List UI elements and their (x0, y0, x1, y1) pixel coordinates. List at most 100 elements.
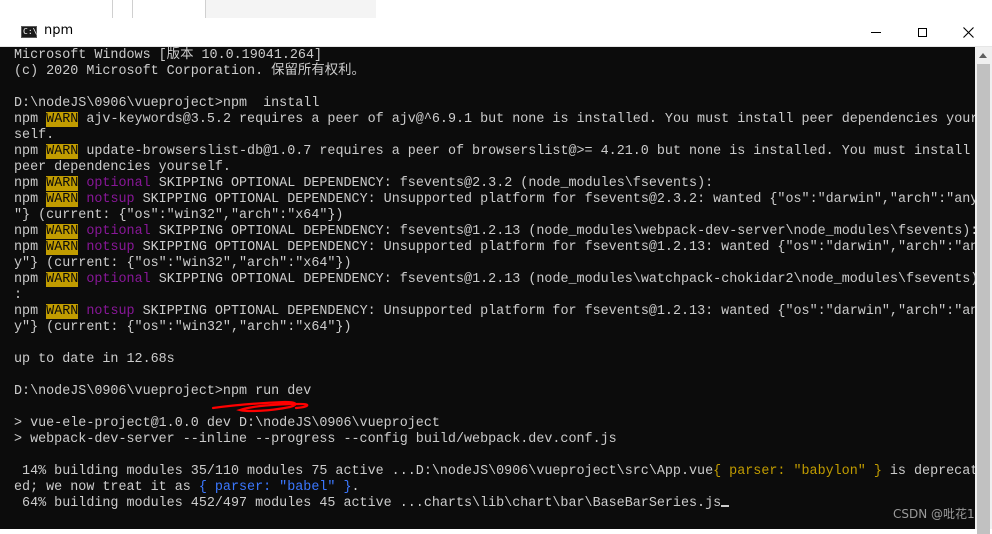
console-text: up to date in 12.68s (14, 352, 175, 367)
minimize-button[interactable] (853, 18, 899, 46)
background-pane (205, 0, 376, 18)
console-text: y"} (current: {"os":"win32","arch":"x64"… (14, 320, 352, 335)
console-line: (c) 2020 Microsoft Corporation. 保留所有权利。 (14, 64, 975, 80)
console-line: npm WARN optional SKIPPING OPTIONAL DEPE… (14, 176, 975, 192)
console-text: y"} (current: {"os":"win32","arch":"x64"… (14, 256, 352, 271)
console-icon-glyph: C:\_ (23, 27, 43, 36)
console-line: npm WARN update-browserslist-db@1.0.7 re… (14, 144, 975, 160)
console-line: D:\nodeJS\0906\vueproject>npm run dev (14, 384, 975, 400)
console-output[interactable]: Microsoft Windows [版本 10.0.19041.264] (c)… (0, 47, 975, 529)
console-line: : (14, 288, 975, 304)
console-line: > vue-ele-project@1.0.0 dev D:\nodeJS\09… (14, 416, 975, 432)
console-line: > webpack-dev-server --inline --progress… (14, 432, 975, 448)
console-text: self. (14, 128, 55, 143)
console-line: ed; we now treat it as { parser: "babel"… (14, 480, 975, 496)
warn-badge: WARN (46, 272, 79, 287)
console-text: > webpack-dev-server --inline --progress… (14, 432, 617, 447)
console-line: Microsoft Windows [版本 10.0.19041.264] (14, 48, 975, 64)
console-line: y"} (current: {"os":"win32","arch":"x64"… (14, 256, 975, 272)
console-text: ajv-keywords@3.5.2 requires a peer of aj… (78, 112, 975, 127)
console-text: > vue-ele-project@1.0.0 dev D:\nodeJS\09… (14, 416, 440, 431)
console-text: SKIPPING OPTIONAL DEPENDENCY: Unsupporte… (134, 304, 975, 319)
console-text: { parser: "babylon" } (713, 464, 882, 479)
maximize-button[interactable] (899, 18, 945, 46)
maximize-icon (917, 27, 927, 37)
console-text: ed; we now treat it as (14, 480, 199, 495)
console-text: SKIPPING OPTIONAL DEPENDENCY: fsevents@1… (150, 272, 975, 287)
console-text: D:\nodeJS\0906\vueproject>npm install (14, 96, 320, 111)
console-text: 14% building modules 35/110 modules 75 a… (14, 464, 714, 479)
console-text: SKIPPING OPTIONAL DEPENDENCY: fsevents@1… (150, 224, 975, 239)
console-line: 14% building modules 35/110 modules 75 a… (14, 464, 975, 480)
console-text: npm (14, 144, 47, 159)
warn-badge: WARN (46, 240, 79, 255)
scroll-up-arrow-icon[interactable] (975, 47, 992, 64)
console-line: npm WARN optional SKIPPING OPTIONAL DEPE… (14, 224, 975, 240)
text-cursor (721, 505, 730, 507)
console-text: SKIPPING OPTIONAL DEPENDENCY: Unsupporte… (134, 192, 975, 207)
console-line: self. (14, 128, 975, 144)
window-title: npm (44, 23, 74, 38)
minimize-icon (871, 31, 881, 33)
console-line: D:\nodeJS\0906\vueproject>npm install (14, 96, 975, 112)
console-text: . (351, 480, 360, 495)
console-text: 64% building modules 452/497 modules 45 … (14, 496, 722, 511)
scrollbar-thumb[interactable] (977, 64, 990, 534)
console-text: D:\nodeJS\0906\vueproject>npm run dev (14, 384, 312, 399)
console-line: npm WARN notsup SKIPPING OPTIONAL DEPEND… (14, 304, 975, 320)
console-text: optional (86, 176, 151, 191)
console-line: npm WARN notsup SKIPPING OPTIONAL DEPEND… (14, 192, 975, 208)
close-icon (962, 26, 974, 38)
console-text: peer dependencies yourself. (14, 160, 231, 175)
background-app-strip (0, 0, 992, 18)
console-line: up to date in 12.68s (14, 352, 975, 368)
console-text: (c) 2020 Microsoft Corporation. 保留所有权利。 (14, 64, 365, 79)
console-text: npm (14, 176, 47, 191)
console-text: update-browserslist-db@1.0.7 requires a … (78, 144, 971, 159)
console-text: npm (14, 240, 47, 255)
warn-badge: WARN (46, 304, 79, 319)
background-pane (132, 0, 203, 18)
warn-badge: WARN (46, 112, 79, 127)
console-line: peer dependencies yourself. (14, 160, 975, 176)
close-button[interactable] (945, 18, 991, 46)
console-lines: Microsoft Windows [版本 10.0.19041.264] (c)… (14, 48, 975, 512)
console-app-icon: C:\_ (21, 26, 42, 38)
console-text: SKIPPING OPTIONAL DEPENDENCY: Unsupporte… (134, 240, 975, 255)
background-pane (112, 0, 133, 18)
console-text: npm (14, 224, 47, 239)
console-line: npm WARN ajv-keywords@3.5.2 requires a p… (14, 112, 975, 128)
console-text: notsup (86, 304, 135, 319)
console-text: notsup (86, 240, 135, 255)
warn-badge: WARN (46, 176, 79, 191)
vertical-scrollbar[interactable] (975, 47, 992, 534)
warn-badge: WARN (46, 144, 79, 159)
console-text: npm (14, 272, 47, 287)
console-line: y"} (current: {"os":"win32","arch":"x64"… (14, 320, 975, 336)
console-text: npm (14, 112, 47, 127)
console-text: "} (current: {"os":"win32","arch":"x64"}… (14, 208, 344, 223)
console-text: is deprecat (881, 464, 975, 479)
warn-badge: WARN (46, 224, 79, 239)
watermark: CSDN @吡花1 (893, 507, 975, 521)
console-line: "} (current: {"os":"win32","arch":"x64"}… (14, 208, 975, 224)
console-text: SKIPPING OPTIONAL DEPENDENCY: fsevents@2… (150, 176, 714, 191)
console-line: npm WARN notsup SKIPPING OPTIONAL DEPEND… (14, 240, 975, 256)
console-text: { parser: "babel" } (198, 480, 352, 495)
console-text: optional (86, 224, 151, 239)
console-line: 64% building modules 452/497 modules 45 … (14, 496, 975, 512)
console-text: notsup (86, 192, 135, 207)
console-text: npm (14, 192, 47, 207)
title-bar[interactable]: C:\_ npm (0, 18, 992, 47)
console-line: npm WARN optional SKIPPING OPTIONAL DEPE… (14, 272, 975, 288)
console-text: npm (14, 304, 47, 319)
console-text: : (14, 288, 23, 303)
console-text: Microsoft Windows [版本 10.0.19041.264] (14, 48, 323, 63)
warn-badge: WARN (46, 192, 79, 207)
console-text: optional (86, 272, 151, 287)
